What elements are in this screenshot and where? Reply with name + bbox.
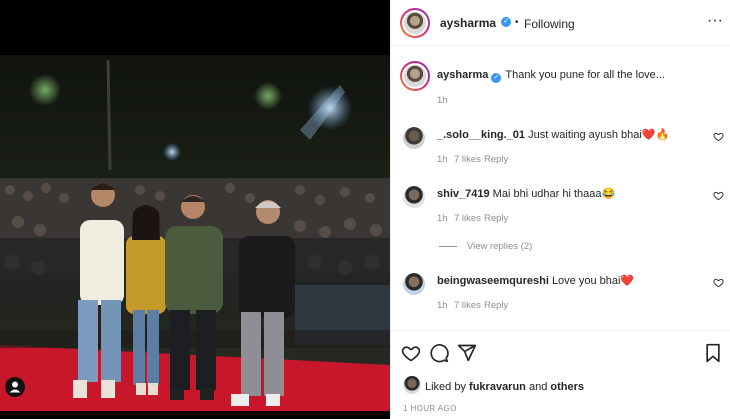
comment-reply-link[interactable]: Reply — [484, 213, 508, 224]
liker-avatar[interactable] — [403, 376, 421, 394]
comment-username[interactable]: _.solo__king._01 — [437, 129, 525, 141]
liked-by-others[interactable]: others — [550, 381, 584, 393]
comment-3: beingwaseemqureshi Love you bhai❤️ — [437, 274, 634, 287]
liked-by-summary[interactable]: Liked by fukravarun and others — [425, 381, 584, 393]
separator-dot: • — [515, 17, 519, 28]
caption-avatar[interactable] — [400, 61, 430, 91]
comment-like-heart-icon[interactable] — [713, 190, 724, 204]
commenter-avatar[interactable] — [403, 186, 425, 208]
comment-like-heart-icon[interactable] — [713, 131, 724, 145]
comment-like-heart-icon[interactable] — [713, 277, 724, 291]
liked-by-user[interactable]: fukravarun — [469, 381, 526, 393]
verified-badge-icon: ✓ — [491, 73, 502, 83]
bookmark-icon[interactable] — [704, 343, 722, 368]
view-replies-button[interactable]: View replies (2) — [467, 241, 532, 252]
comment-text: Just waiting ayush bhai❤️🔥 — [528, 129, 670, 141]
comment-time: 1h — [437, 300, 448, 311]
author-username[interactable]: aysharma — [440, 16, 496, 30]
comment-username[interactable]: beingwaseemqureshi — [437, 275, 549, 287]
comment-2: shiv_7419 Mai bhi udhar hi thaaa😂 — [437, 187, 615, 200]
comment-likes[interactable]: 7 likes — [454, 154, 481, 165]
comment-likes[interactable]: 7 likes — [454, 213, 481, 224]
comment-likes[interactable]: 7 likes — [454, 300, 481, 311]
comments-list[interactable]: aysharma ✓ Thank you pune for all the love… — [391, 47, 730, 330]
caption-username[interactable]: aysharma — [437, 69, 488, 81]
post-actions-bar: Liked by fukravarun and others 1 HOUR AG… — [391, 330, 730, 419]
comment-text: Mai bhi udhar hi thaaa😂 — [492, 188, 616, 200]
comment-icon[interactable] — [429, 343, 449, 368]
comment-time: 1h — [437, 213, 448, 224]
verified-badge-icon: ✓ — [501, 17, 511, 27]
author-avatar[interactable] — [400, 8, 430, 38]
caption: aysharma ✓ Thank you pune for all the love… — [437, 69, 665, 83]
share-icon[interactable] — [457, 343, 477, 368]
comment-time: 1h — [437, 154, 448, 165]
comment-username[interactable]: shiv_7419 — [437, 188, 490, 200]
following-button[interactable]: Following — [524, 17, 575, 31]
caption-time: 1h — [437, 95, 448, 106]
liked-by-prefix: Liked by — [425, 381, 466, 393]
comment-1: _.solo__king._01 Just waiting ayush bhai… — [437, 128, 669, 141]
commenter-avatar[interactable] — [403, 273, 425, 295]
post-photo[interactable] — [0, 0, 390, 419]
comment-text: Love you bhai❤️ — [551, 275, 635, 287]
concert-stage-photo — [0, 0, 390, 419]
post-timestamp: 1 HOUR AGO — [403, 404, 457, 413]
comment-reply-link[interactable]: Reply — [484, 154, 508, 165]
more-options-icon[interactable]: ··· — [707, 12, 723, 30]
liked-by-and: and — [528, 381, 548, 393]
post-header: aysharma ✓ • Following ··· — [391, 0, 730, 46]
heart-icon[interactable] — [401, 343, 421, 368]
comment-reply-link[interactable]: Reply — [484, 300, 508, 311]
caption-text: Thank you pune for all the love... — [505, 69, 665, 81]
view-replies-line — [439, 246, 457, 247]
tag-people-icon[interactable] — [5, 377, 25, 397]
commenter-avatar[interactable] — [403, 127, 425, 149]
post-side-panel: aysharma ✓ • Following ··· aysharma ✓ Than… — [390, 0, 730, 419]
